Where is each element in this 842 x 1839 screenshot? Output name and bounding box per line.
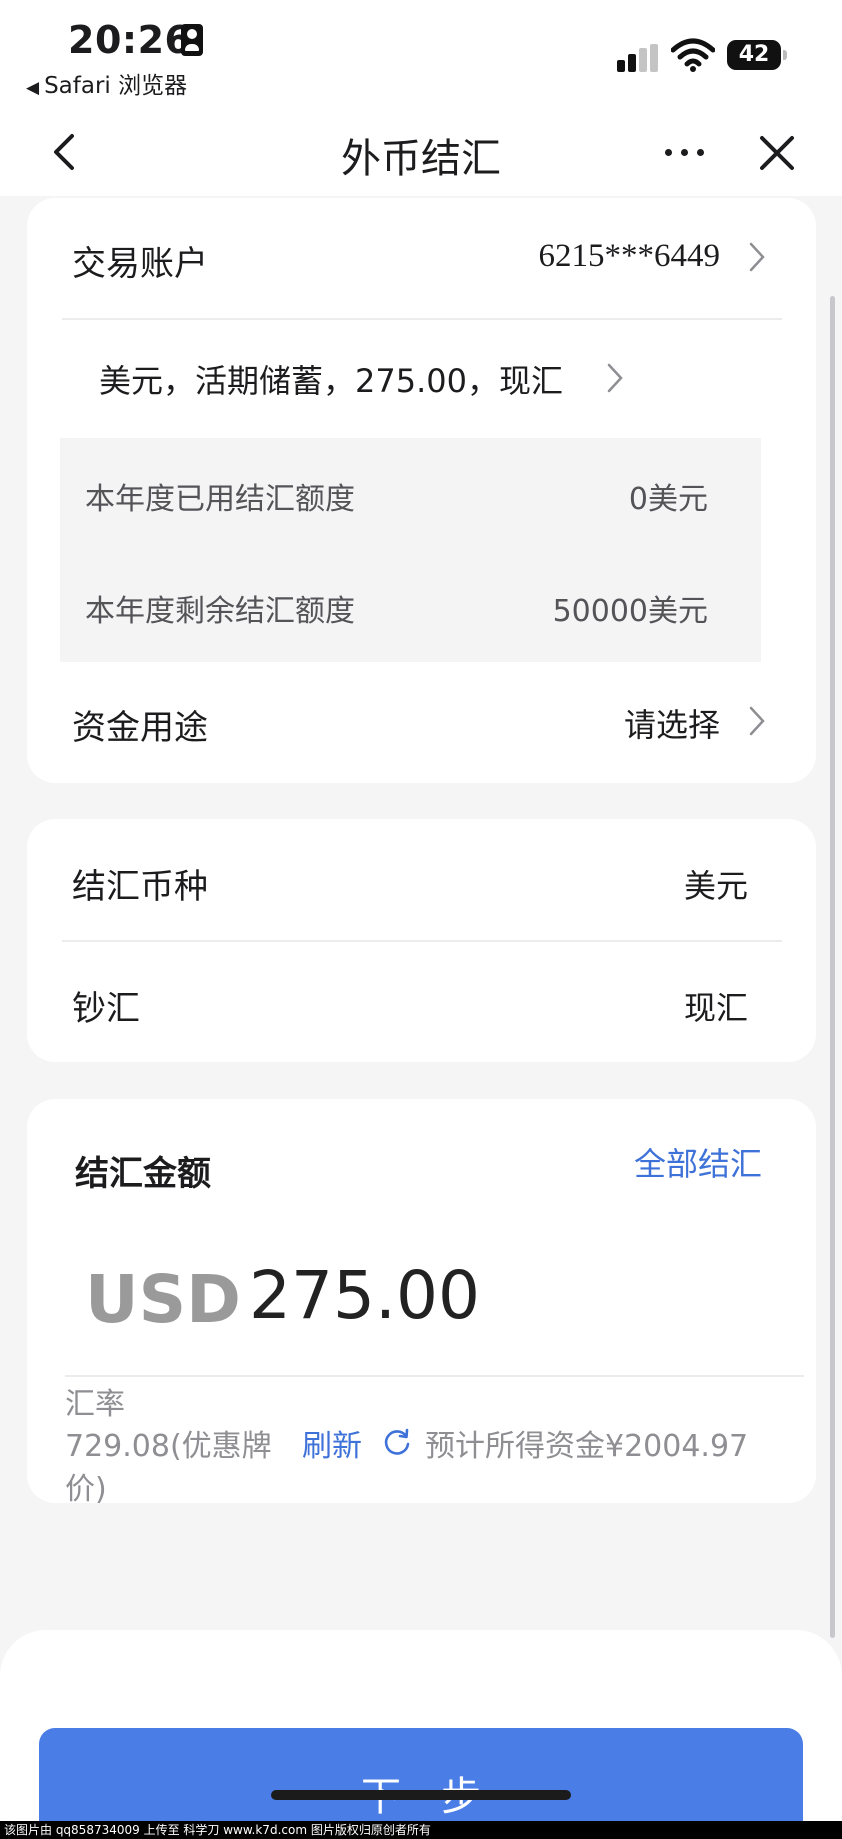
- chevron-right-icon: [607, 363, 623, 393]
- purpose-label: 资金用途: [72, 708, 208, 748]
- used-quota-value: 0美元: [628, 482, 708, 517]
- currency-card: 结汇币种 美元 钞汇 现汇: [27, 819, 816, 1062]
- account-card: 交易账户 6215***6449 美元，活期储蓄，275.00，现汇 本年度已用…: [27, 198, 816, 783]
- refresh-link[interactable]: 刷新: [302, 1421, 362, 1465]
- scrollbar[interactable]: [830, 296, 835, 1638]
- remaining-quota-label: 本年度剩余结汇额度: [85, 594, 355, 629]
- cellular-signal-icon: [617, 44, 659, 72]
- refresh-icon[interactable]: [382, 1427, 412, 1457]
- contact-badge-icon: [181, 24, 203, 56]
- amount-card: 结汇金额 全部结汇 USD 275.00 汇率 729.08(优惠牌 价) 刷新…: [27, 1099, 816, 1507]
- chevron-right-icon: [749, 242, 765, 272]
- battery-icon: 42: [727, 40, 787, 70]
- page-title: 外币结汇: [341, 136, 501, 182]
- wifi-icon: [671, 38, 715, 72]
- remaining-quota-value: 50000美元: [552, 594, 708, 629]
- cash-remit-value: 现汇: [683, 989, 748, 1027]
- purpose-value: 请选择: [623, 706, 720, 744]
- chevron-right-icon: [749, 706, 765, 736]
- amount-title: 结汇金额: [75, 1154, 211, 1194]
- cash-remit-label: 钞汇: [72, 989, 140, 1029]
- battery-level: 42: [738, 42, 770, 67]
- back-triangle-icon: ◀: [26, 78, 40, 98]
- more-menu-icon[interactable]: [661, 132, 709, 172]
- divider: [62, 318, 782, 320]
- divider: [65, 1375, 804, 1377]
- rate-label: 汇率: [65, 1387, 125, 1422]
- status-bar: 20:26 ◀ Safari 浏览器 42: [0, 0, 842, 110]
- nav-bar: 外币结汇: [0, 110, 842, 196]
- rate-value: 729.08(优惠牌: [65, 1429, 272, 1464]
- currency-label: 结汇币种: [72, 867, 208, 907]
- currency-value: 美元: [683, 867, 748, 905]
- back-to-safari-link[interactable]: ◀ Safari 浏览器: [26, 66, 187, 100]
- home-indicator[interactable]: [271, 1790, 571, 1800]
- divider: [62, 940, 782, 942]
- account-detail: 美元，活期储蓄，275.00，现汇: [99, 362, 563, 400]
- watermark-text: 该图片由 qq858734009 上传至 科学刀 www.k7d.com 图片版…: [0, 1821, 842, 1839]
- currency-code: USD: [85, 1261, 241, 1338]
- close-icon[interactable]: [757, 133, 797, 173]
- account-number: 6215***6449: [538, 238, 721, 274]
- expected-funds: 预计所得资金¥2004.97: [425, 1429, 749, 1464]
- settle-all-link[interactable]: 全部结汇: [634, 1139, 762, 1185]
- quota-panel: 本年度已用结汇额度 0美元 本年度剩余结汇额度 50000美元: [60, 438, 761, 662]
- rate-value-cont: 价): [65, 1472, 107, 1507]
- used-quota-label: 本年度已用结汇额度: [85, 482, 355, 517]
- amount-value: 275.00: [249, 1257, 480, 1334]
- account-label: 交易账户: [72, 244, 208, 284]
- back-app-label: Safari 浏览器: [44, 73, 188, 99]
- status-time: 20:26: [68, 18, 192, 62]
